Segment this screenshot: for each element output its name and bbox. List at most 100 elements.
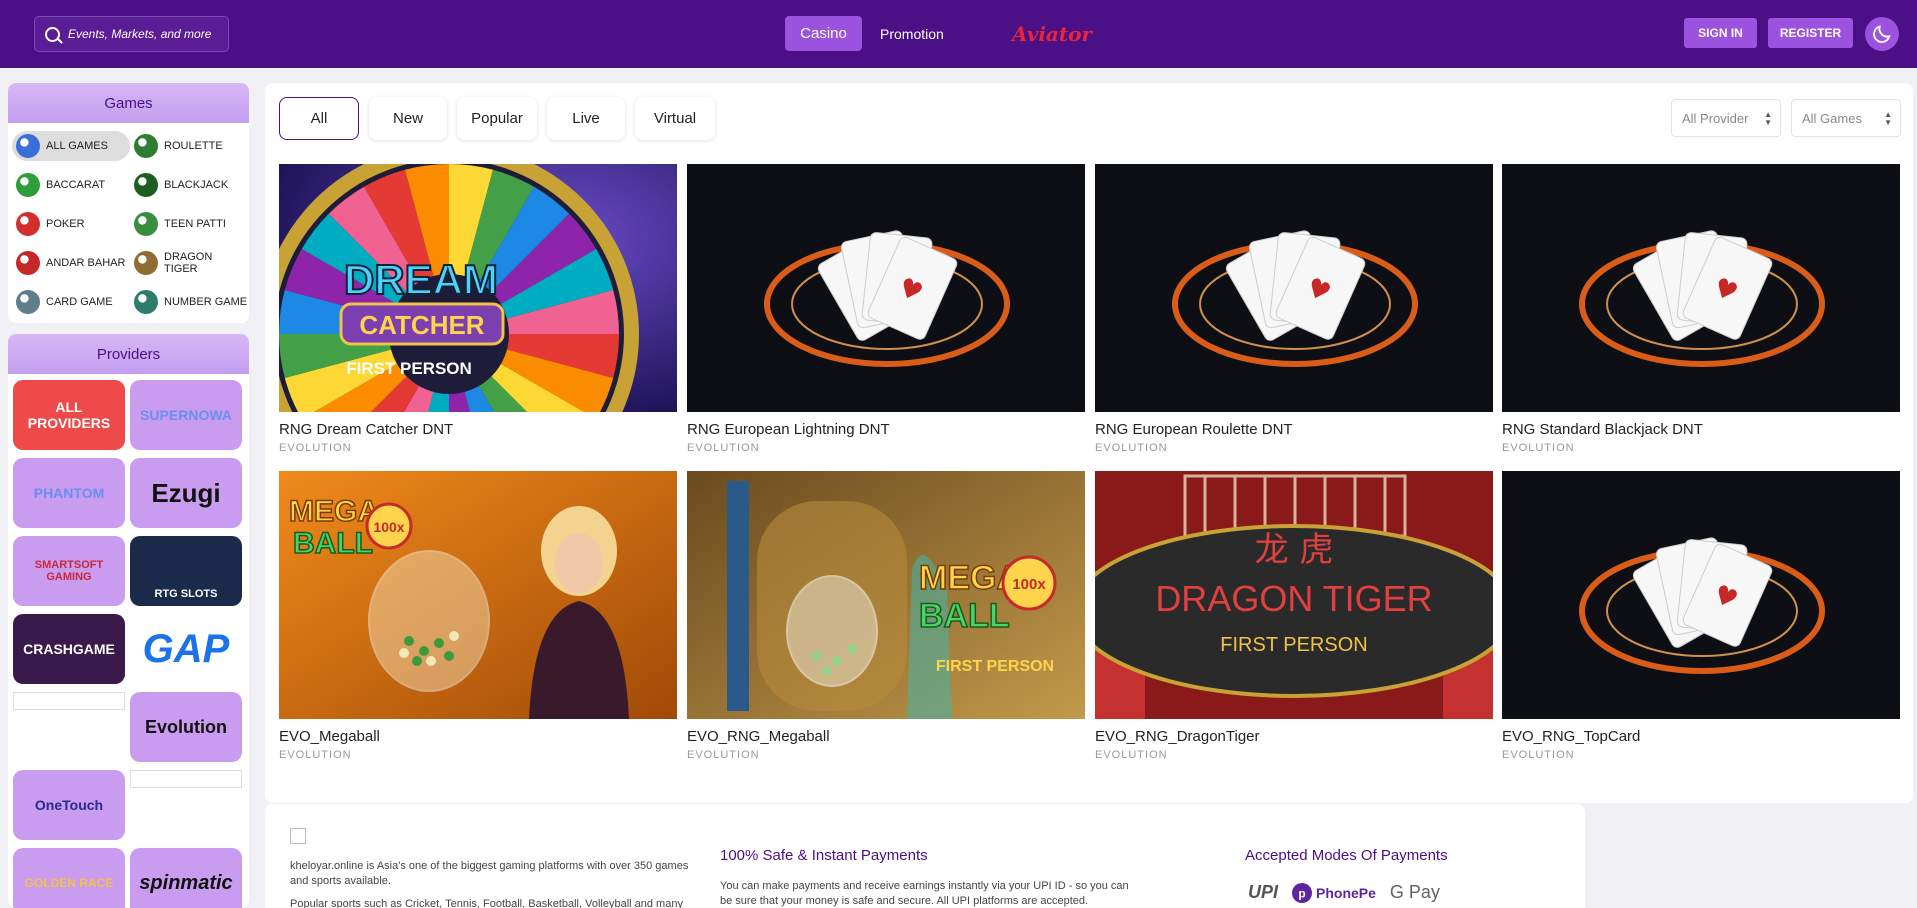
provider-label: ALL PROVIDERS	[27, 399, 111, 431]
provider-broken-image[interactable]	[130, 770, 242, 788]
game-provider: EVOLUTION	[687, 749, 760, 761]
game-card[interactable]: ♠♥♠♥ RNG Standard Blackjack DNT EVOLUTIO…	[1502, 164, 1900, 454]
provider-rtg-slots[interactable]: RTG SLOTS	[130, 536, 242, 606]
games-main: All New Popular Live Virtual All Provide…	[265, 83, 1913, 803]
search-box[interactable]	[34, 16, 229, 52]
footer-logo-image	[290, 828, 306, 844]
game-thumbnail-dragon-tiger: 龙 虎 DRAGON TIGER FIRST PERSON	[1095, 471, 1493, 719]
provider-evolution[interactable]: Evolution	[130, 692, 242, 762]
teen-patti-icon	[134, 212, 158, 236]
category-label: POKER	[46, 218, 85, 230]
blackjack-icon	[134, 173, 158, 197]
provider-select[interactable]: All Provider ▲ ▼	[1671, 99, 1781, 137]
card-game-icon	[16, 290, 40, 314]
category-label: ROULETTE	[164, 140, 223, 152]
footer-about-text: kheloyar.online is Asia's one of the big…	[290, 860, 689, 887]
provider-crashgame[interactable]: CRASHGAME	[13, 614, 125, 684]
game-card[interactable]: 龙 虎 DRAGON TIGER FIRST PERSON EVO_RNG_Dr…	[1095, 471, 1493, 761]
nav-promotion[interactable]: Promotion	[880, 16, 944, 51]
category-label: DRAGON TIGER	[164, 251, 213, 275]
game-card[interactable]: MEGA BALL 100x FIRST PERSON EVO_RNG_Mega…	[687, 471, 1085, 761]
tab-virtual[interactable]: Virtual	[635, 97, 715, 140]
games-panel-title: Games	[8, 83, 249, 123]
provider-broken-image[interactable]	[13, 692, 125, 710]
provider-golden-race[interactable]: GOLDEN RACE	[13, 848, 125, 908]
game-name: RNG Standard Blackjack DNT	[1502, 421, 1703, 438]
category-all-games[interactable]: ALL GAMES	[12, 131, 130, 161]
game-provider: EVOLUTION	[279, 442, 352, 454]
provider-phantom[interactable]: PHANTOM	[13, 458, 125, 528]
game-thumbnail-megaball-host: MEGA BALL 100x	[279, 471, 677, 719]
provider-ezugi[interactable]: Ezugi	[130, 458, 242, 528]
provider-spinmatic[interactable]: spinmatic	[130, 848, 242, 908]
dragon-tiger-icon	[134, 251, 158, 275]
provider-label: SMARTSOFT GAMING	[34, 559, 104, 583]
thumb-text-first-person: FIRST PERSON	[346, 359, 472, 378]
category-andar-bahar[interactable]: ANDAR BAHAR	[12, 248, 130, 278]
thumb-text-dream: DREAM	[344, 256, 498, 303]
game-thumbnail-megaball: MEGA BALL 100x FIRST PERSON	[687, 471, 1085, 719]
game-name: RNG European Lightning DNT	[687, 421, 890, 438]
nav-aviator-logo[interactable]: Aviator	[1012, 16, 1092, 51]
top-header: Casino Promotion Aviator SIGN IN REGISTE…	[0, 0, 1917, 68]
provider-onetouch[interactable]: OneTouch	[13, 770, 125, 840]
games-select[interactable]: All Games ▲ ▼	[1791, 99, 1901, 137]
payments-title: 100% Safe & Instant Payments	[720, 847, 928, 864]
tab-popular[interactable]: Popular	[457, 97, 537, 140]
provider-label: PHANTOM	[33, 485, 105, 501]
game-card[interactable]: ♠♥♠♥ RNG European Lightning DNT EVOLUTIO…	[687, 164, 1085, 454]
tab-all[interactable]: All	[279, 97, 359, 140]
theme-toggle-button[interactable]	[1865, 17, 1899, 51]
game-card[interactable]: ♠♥♠♥ EVO_RNG_TopCard EVOLUTION	[1502, 471, 1900, 761]
category-poker[interactable]: POKER	[12, 209, 130, 239]
category-roulette[interactable]: ROULETTE	[130, 131, 248, 161]
provider-label: spinmatic	[139, 871, 233, 894]
sign-in-button[interactable]: SIGN IN	[1684, 18, 1757, 48]
provider-label: Evolution	[145, 716, 227, 737]
category-label: BLACKJACK	[164, 179, 229, 191]
providers-panel: Providers ALL PROVIDERS SUPERNOWA PHANTOM E…	[8, 334, 249, 908]
tab-new[interactable]: New	[369, 97, 447, 140]
category-blackjack[interactable]: BLACKJACK	[130, 170, 248, 200]
category-dragon-tiger[interactable]: DRAGON TIGER	[130, 248, 248, 278]
game-thumbnail-cards: ♠♥♠♥	[1502, 164, 1900, 412]
provider-select-value: All Provider	[1682, 110, 1749, 126]
games-panel: Games ALL GAMES ROULETTE BACCARAT BLACKJACK…	[8, 83, 249, 323]
search-input[interactable]	[68, 27, 228, 41]
provider-label: GAP	[142, 626, 230, 671]
providers-panel-title: Providers	[8, 334, 249, 374]
payment-modes-title: Accepted Modes Of Payments	[1245, 847, 1448, 864]
game-thumbnail-dream-catcher: DREAM CATCHER FIRST PERSON	[279, 164, 677, 412]
andar-bahar-icon	[16, 251, 40, 275]
provider-supernowa[interactable]: SUPERNOWA	[130, 380, 242, 450]
game-card[interactable]: MEGA BALL 100x EVO_Megaball EVOLUTION	[279, 471, 677, 761]
phonepe-icon: p	[1292, 882, 1313, 903]
select-arrows-icon: ▲ ▼	[1884, 110, 1892, 127]
tab-live[interactable]: Live	[547, 97, 625, 140]
thumb-text-badge: 100x	[373, 519, 404, 535]
number-game-icon	[134, 290, 158, 314]
provider-label: OneTouch	[34, 797, 104, 813]
category-label: CARD GAME	[46, 296, 113, 308]
nav-casino[interactable]: Casino	[785, 16, 862, 51]
payment-logos: UPI p PhonePe G Pay	[1248, 882, 1440, 903]
category-baccarat[interactable]: BACCARAT	[12, 170, 130, 200]
category-number-game[interactable]: NUMBER GAME	[130, 287, 248, 317]
game-card[interactable]: DREAM CATCHER FIRST PERSON RNG Dream Cat…	[279, 164, 677, 454]
provider-label: CRASHGAME	[23, 641, 115, 657]
category-card-game[interactable]: CARD GAME	[12, 287, 130, 317]
provider-gap[interactable]: GAP	[130, 619, 242, 679]
provider-all-providers[interactable]: ALL PROVIDERS	[13, 380, 125, 450]
gpay-logo: G Pay	[1389, 882, 1440, 902]
thumb-text-ball: BALL	[919, 597, 1010, 635]
poker-chip-icon	[16, 212, 40, 236]
category-label: NUMBER GAME	[164, 296, 248, 308]
provider-smartsoft-gaming[interactable]: SMARTSOFT GAMING	[13, 536, 125, 606]
register-button[interactable]: REGISTER	[1768, 18, 1853, 48]
game-name: RNG Dream Catcher DNT	[279, 421, 454, 438]
thumb-text-catcher: CATCHER	[359, 310, 484, 340]
game-name: EVO_RNG_DragonTiger	[1095, 728, 1260, 745]
game-thumbnail-cards: ♠♥♠♥	[1095, 164, 1493, 412]
game-card[interactable]: ♠♥♠♥ RNG European Roulette DNT EVOLUTION	[1095, 164, 1493, 454]
category-teen-patti[interactable]: TEEN PATTI	[130, 209, 248, 239]
